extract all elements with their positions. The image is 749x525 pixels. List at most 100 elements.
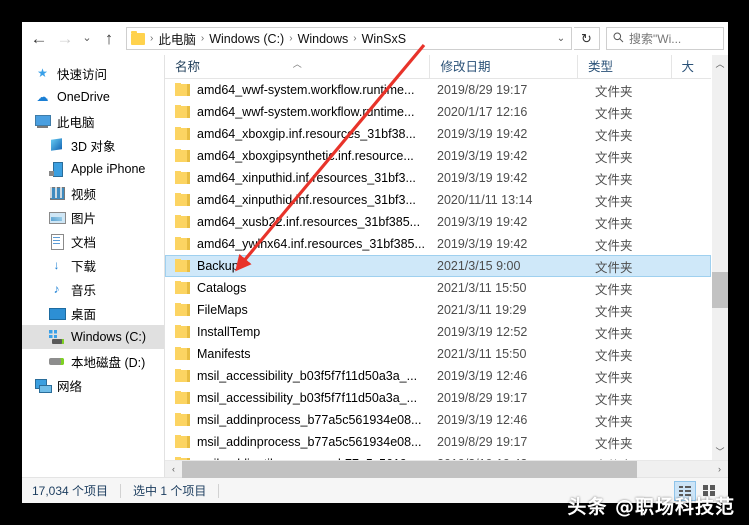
column-header-name-label: 名称 bbox=[175, 59, 201, 74]
sidebar-item-videos[interactable]: 视频 bbox=[22, 181, 164, 205]
table-row[interactable]: amd64_xboxgipsynthetic.inf.resource... 20… bbox=[165, 145, 711, 167]
details-view-icon bbox=[679, 485, 691, 496]
horizontal-scroll-thumb[interactable] bbox=[182, 460, 637, 478]
table-row[interactable]: amd64_xusb22.inf.resources_31bf385... 201… bbox=[165, 211, 711, 233]
table-row[interactable]: msil_accessibility_b03f5f7f11d50a3a_... 2… bbox=[165, 387, 711, 409]
file-date-cell: 2020/11/11 13:14 bbox=[437, 193, 533, 207]
table-row[interactable]: msil_accessibility_b03f5f7f11d50a3a_... 2… bbox=[165, 365, 711, 387]
column-header-size[interactable]: 大 bbox=[672, 55, 711, 79]
table-row[interactable]: amd64_wwf-system.workflow.runtime... 2019… bbox=[165, 79, 711, 101]
file-date-cell: 2019/3/19 12:52 bbox=[437, 325, 528, 339]
folder-icon bbox=[175, 303, 190, 316]
sidebar-item-label: 网络 bbox=[57, 379, 83, 394]
file-name-cell: Catalogs bbox=[165, 281, 435, 295]
file-type-cell: 文件夹 bbox=[595, 260, 633, 275]
breadcrumb-item-this-pc[interactable]: 此电脑 bbox=[156, 29, 198, 48]
sidebar-item-network[interactable]: 网络 bbox=[22, 373, 164, 397]
sidebar-item-downloads[interactable]: ↓ 下载 bbox=[22, 253, 164, 277]
file-name-label: amd64_xboxgipsynthetic.inf.resource... bbox=[197, 149, 414, 163]
status-item-count: 17,034 个项目 bbox=[32, 484, 109, 498]
table-row[interactable]: InstallTemp 2019/3/19 12:52 文件夹 bbox=[165, 321, 711, 343]
folder-icon bbox=[175, 149, 190, 162]
table-row[interactable]: msil_addinprocess_b77a5c561934e08... 2019… bbox=[165, 409, 711, 431]
table-row[interactable]: msil_addinutil.resources_b77a5c5619...20… bbox=[165, 453, 711, 460]
table-row[interactable]: msil_addinprocess_b77a5c561934e08... 2019… bbox=[165, 431, 711, 453]
scroll-left-button[interactable]: ‹ bbox=[165, 464, 182, 474]
breadcrumb[interactable]: › 此电脑 › Windows (C:) › Windows › WinSxS bbox=[127, 29, 551, 48]
table-row[interactable]: amd64_xboxgip.inf.resources_31bf38... 201… bbox=[165, 123, 711, 145]
sidebar-item-local-disk-d[interactable]: 本地磁盘 (D:) bbox=[22, 349, 164, 373]
file-name-label: Backup bbox=[197, 259, 239, 273]
sidebar-item-apple-iphone[interactable]: Apple iPhone bbox=[22, 157, 164, 181]
refresh-button[interactable]: ↻ bbox=[574, 27, 600, 50]
breadcrumb-item-windows[interactable]: Windows bbox=[296, 32, 351, 46]
file-date-cell: 2019/3/19 12:46 bbox=[437, 413, 528, 427]
file-type-cell: 文件夹 bbox=[595, 106, 633, 121]
address-dropdown-icon[interactable]: ⌄ bbox=[551, 33, 571, 44]
sidebar-item-music[interactable]: ♪ 音乐 bbox=[22, 277, 164, 301]
folder-icon bbox=[175, 391, 190, 404]
file-date-cell: 2019/3/19 12:46 bbox=[437, 369, 528, 383]
table-row[interactable]: amd64_wwf-system.workflow.runtime... 2020… bbox=[165, 101, 711, 123]
table-row[interactable]: FileMaps 2021/3/11 19:29 文件夹 bbox=[165, 299, 711, 321]
file-name-label: Catalogs bbox=[197, 281, 247, 295]
folder-icon bbox=[175, 259, 190, 272]
breadcrumb-item-winsxs[interactable]: WinSxS bbox=[360, 32, 408, 46]
desktop-icon bbox=[48, 305, 66, 321]
sidebar-item-label: 3D 对象 bbox=[71, 139, 116, 154]
up-button[interactable]: ↑ bbox=[96, 26, 122, 52]
table-row[interactable]: Catalogs 2021/3/11 15:50 文件夹 bbox=[165, 277, 711, 299]
sidebar-item-quick-access[interactable]: ★ 快速访问 bbox=[22, 61, 164, 85]
search-input[interactable]: 搜索"Wi... bbox=[629, 30, 681, 47]
navigation-toolbar: ← → ⌄ ↑ › 此电脑 › Windows (C:) › Windows ›… bbox=[22, 22, 728, 55]
table-row[interactable]: Manifests 2021/3/11 15:50 文件夹 bbox=[165, 343, 711, 365]
column-header-date[interactable]: 修改日期 bbox=[430, 54, 579, 79]
file-date-cell: 2021/3/11 19:29 bbox=[437, 303, 527, 317]
vertical-scrollbar[interactable]: ︿ ﹀ bbox=[711, 55, 728, 460]
details-view-button[interactable] bbox=[674, 480, 696, 501]
table-row[interactable]: amd64_ywlnx64.inf.resources_31bf385... 20… bbox=[165, 233, 711, 255]
forward-button[interactable]: → bbox=[52, 26, 78, 52]
large-icons-view-button[interactable] bbox=[698, 481, 720, 501]
harddisk-icon bbox=[48, 353, 65, 369]
file-name-label: msil_addinprocess_b77a5c561934e08... bbox=[197, 435, 422, 449]
horizontal-scrollbar[interactable]: ‹ › bbox=[165, 460, 728, 478]
table-row[interactable]: Backup 2021/3/15 9:00 文件夹 bbox=[165, 255, 711, 277]
sort-ascending-icon: ︿ bbox=[292, 58, 302, 69]
file-name-cell: InstallTemp bbox=[165, 325, 435, 339]
sidebar-item-label: 音乐 bbox=[71, 283, 97, 298]
table-row[interactable]: amd64_xinputhid.inf.resources_31bf3... 20… bbox=[165, 189, 711, 211]
sidebar-item-pictures[interactable]: 图片 bbox=[22, 205, 164, 229]
vertical-scroll-track[interactable] bbox=[712, 72, 728, 443]
scroll-up-button[interactable]: ︿ bbox=[712, 55, 728, 72]
breadcrumb-item-windows-c[interactable]: Windows (C:) bbox=[207, 32, 286, 46]
file-explorer-window: ← → ⌄ ↑ › 此电脑 › Windows (C:) › Windows ›… bbox=[22, 22, 728, 503]
address-bar[interactable]: › 此电脑 › Windows (C:) › Windows › WinSxS … bbox=[126, 27, 572, 50]
large-icons-view-icon bbox=[703, 485, 715, 496]
scroll-down-button[interactable]: ﹀ bbox=[712, 443, 728, 460]
file-type-cell: 文件夹 bbox=[595, 436, 633, 451]
breadcrumb-separator-0: › bbox=[150, 33, 154, 44]
file-date-cell: 2021/3/11 15:50 bbox=[437, 347, 527, 361]
column-header-name[interactable]: 名称 ︿ bbox=[165, 54, 431, 79]
sidebar-item-onedrive[interactable]: ☁ OneDrive bbox=[22, 85, 164, 109]
folder-icon bbox=[175, 435, 190, 448]
file-name-label: amd64_wwf-system.workflow.runtime... bbox=[197, 105, 415, 119]
column-header-type[interactable]: 类型 bbox=[578, 54, 672, 79]
sidebar-item-this-pc[interactable]: 此电脑 bbox=[22, 109, 164, 133]
horizontal-scroll-track[interactable] bbox=[182, 460, 711, 478]
sidebar-item-label: 本地磁盘 (D:) bbox=[71, 355, 146, 370]
file-date-cell: 2019/8/29 19:17 bbox=[437, 435, 528, 449]
sidebar-item-label: 此电脑 bbox=[57, 115, 95, 130]
file-name-cell: msil_addinprocess_b77a5c561934e08... bbox=[165, 413, 435, 427]
sidebar-item-windows-c[interactable]: Windows (C:) bbox=[22, 325, 164, 349]
search-box[interactable]: 搜索"Wi... bbox=[606, 27, 724, 50]
sidebar-item-documents[interactable]: 文档 bbox=[22, 229, 164, 253]
scroll-right-button[interactable]: › bbox=[711, 464, 728, 474]
vertical-scroll-thumb[interactable] bbox=[712, 272, 728, 308]
sidebar-item-3d-objects[interactable]: 3D 对象 bbox=[22, 133, 164, 157]
back-button[interactable]: ← bbox=[26, 26, 52, 52]
sidebar-item-desktop[interactable]: 桌面 bbox=[22, 301, 164, 325]
table-row[interactable]: amd64_xinputhid.inf.resources_31bf3... 20… bbox=[165, 167, 711, 189]
recent-locations-button[interactable]: ⌄ bbox=[78, 26, 96, 52]
